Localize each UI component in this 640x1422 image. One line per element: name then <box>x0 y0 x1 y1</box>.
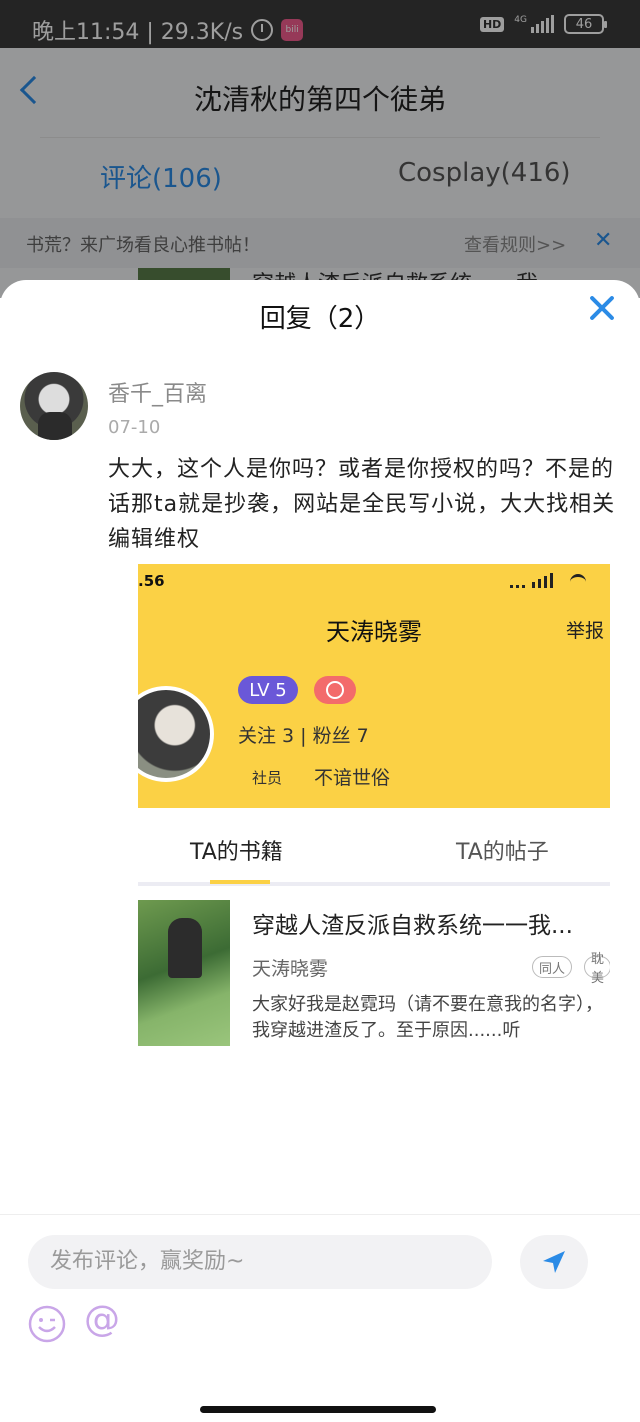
medal-icon <box>314 676 356 704</box>
attached-image[interactable]: .56 天涛晓雾 举报 LV 5 关注 3 | 粉丝 7 社员 不谙世俗 TA的… <box>138 564 610 1046</box>
modal-overlay[interactable] <box>0 0 640 298</box>
close-icon[interactable] <box>586 292 618 324</box>
comment-text: 大大，这个人是你吗？或者是你授权的吗？不是的话那ta就是抄袭，网站是全民写小说，… <box>108 457 616 552</box>
sheet-title: 回复（2） <box>259 304 381 334</box>
mention-button[interactable]: @ <box>84 1299 120 1340</box>
signal-icon <box>510 572 610 588</box>
book-cover <box>138 900 230 1046</box>
home-indicator[interactable] <box>200 1406 436 1413</box>
profile-name: 天涛晓雾 <box>326 618 422 646</box>
comment-username[interactable]: 香千_百离 <box>108 376 207 408</box>
tag-badge: 耽美 <box>584 952 610 986</box>
tab-indicator <box>210 880 270 884</box>
member-label: 社员 <box>252 769 283 787</box>
book-description: 大家好我是赵霓玛（请不要在意我的名字），我穿越进渣反了。至于原因......听 <box>252 994 603 1041</box>
tab-books: TA的书籍 <box>190 840 283 865</box>
follow-stats: 关注 3 | 粉丝 7 <box>238 725 369 747</box>
tab-posts: TA的帖子 <box>456 840 549 865</box>
profile-tabs: TA的书籍 TA的帖子 <box>138 808 610 886</box>
screenshot-time: .56 <box>138 572 165 590</box>
tag-badge: 同人 <box>532 956 573 978</box>
send-icon <box>543 1251 565 1273</box>
send-button[interactable] <box>520 1235 588 1289</box>
profile-header: .56 天涛晓雾 举报 LV 5 关注 3 | 粉丝 7 社员 不谙世俗 <box>138 564 610 808</box>
book-title: 穿越人渣反派自救系统一一我... <box>252 913 573 939</box>
comment-input[interactable]: 发布评论，赢奖励~ <box>28 1235 492 1289</box>
avatar[interactable] <box>20 372 88 440</box>
comment-composer: 发布评论，赢奖励~ @ <box>0 1214 640 1396</box>
comment-date: 07-10 <box>108 417 161 438</box>
book-author: 天涛晓雾 <box>252 958 329 980</box>
report-link: 举报 <box>565 620 604 642</box>
emoji-icon[interactable] <box>28 1305 66 1343</box>
avatar <box>138 686 214 782</box>
member-value: 不谙世俗 <box>314 767 391 789</box>
level-badge: LV 5 <box>238 676 298 704</box>
